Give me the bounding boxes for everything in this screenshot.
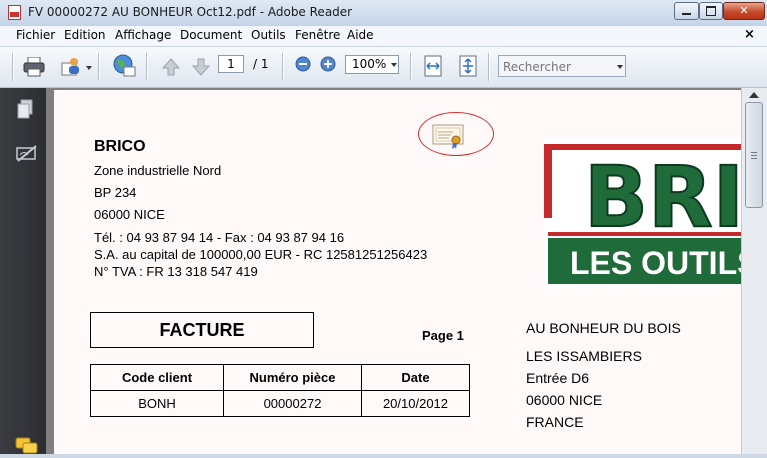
sender-address-line: 06000 NICE — [94, 207, 165, 222]
minimize-button[interactable] — [674, 2, 699, 20]
sender-contact-line: N° TVA : FR 13 318 547 419 — [94, 264, 258, 279]
svg-text:BRI: BRI — [584, 148, 741, 246]
menu-outils[interactable]: Outils — [251, 28, 286, 42]
maximize-button[interactable] — [699, 2, 723, 20]
recipient-line: Entrée D6 — [526, 370, 590, 386]
table-header: Numéro pièce — [223, 364, 362, 391]
toolbar-separator — [488, 53, 490, 81]
svg-text:LES OUTILS: LES OUTILS — [570, 245, 741, 281]
sender-contact-line: Tél. : 04 93 87 94 14 - Fax : 04 93 87 9… — [94, 230, 345, 245]
minimize-icon — [682, 13, 691, 15]
document-title: FACTURE — [90, 312, 314, 348]
next-page-button[interactable] — [191, 57, 211, 77]
printer-icon — [23, 56, 45, 77]
close-window-button[interactable]: ✕ — [723, 2, 765, 20]
next-page-icon — [191, 58, 211, 76]
search-input[interactable] — [499, 56, 617, 78]
sender-contact-line: S.A. au capital de 100000,00 EUR - RC 12… — [94, 247, 428, 262]
search-options-chevron-icon[interactable] — [617, 65, 623, 69]
pdf-page: BRICO Zone industrielle Nord BP 234 0600… — [54, 90, 741, 454]
fit-width-icon — [424, 55, 442, 77]
toolbar-separator — [146, 53, 148, 81]
menu-edition[interactable]: Edition — [64, 28, 106, 42]
recipient-line: LES ISSAMBIERS — [526, 348, 642, 364]
globe-icon — [113, 54, 136, 77]
menu-aide[interactable]: Aide — [347, 28, 374, 42]
sender-name: BRICO — [94, 138, 146, 155]
fit-width-button[interactable] — [424, 55, 442, 77]
recipient-line: 06000 NICE — [526, 392, 603, 408]
signatures-panel-button[interactable] — [15, 144, 39, 164]
navigation-pane — [0, 88, 46, 454]
grip-icon — [751, 155, 757, 156]
zoom-out-icon — [295, 56, 311, 72]
chevron-down-icon — [86, 66, 92, 70]
maximize-icon — [706, 6, 716, 16]
grip-icon — [751, 158, 757, 159]
pdf-file-icon — [8, 5, 21, 20]
zoom-level-value: 100% — [352, 57, 387, 71]
collaborate-button[interactable] — [60, 55, 92, 79]
recipient-line: AU BONHEUR DU BOIS — [526, 320, 681, 336]
page-number-input[interactable] — [218, 55, 244, 73]
table-header: Date — [361, 364, 470, 391]
zoom-level-select[interactable]: 100% — [345, 55, 399, 74]
table-header-row: Code client Numéro pièce Date — [90, 364, 470, 391]
window-title: FV 00000272 AU BONHEUR Oct12.pdf - Adobe… — [28, 5, 353, 19]
title-bar: FV 00000272 AU BONHEUR Oct12.pdf - Adobe… — [0, 0, 767, 27]
sender-address-line: BP 234 — [94, 185, 137, 200]
fit-page-icon — [459, 55, 477, 77]
fit-page-button[interactable] — [458, 55, 478, 77]
previous-page-button[interactable] — [161, 57, 181, 77]
table-cell: BONH — [90, 390, 224, 417]
table-cell: 20/10/2012 — [361, 390, 470, 417]
pages-icon — [17, 99, 33, 119]
zoom-in-button[interactable] — [320, 56, 336, 72]
brico-logo: BRI LES OUTILS — [544, 138, 741, 288]
menu-document[interactable]: Document — [180, 28, 242, 42]
comments-icon — [15, 437, 38, 454]
collaborate-icon — [61, 58, 79, 76]
grip-icon — [751, 152, 757, 153]
pages-panel-button[interactable] — [17, 99, 33, 119]
close-icon: ✕ — [739, 4, 749, 17]
zoom-in-icon — [320, 56, 336, 72]
zoom-out-button[interactable] — [295, 56, 311, 72]
sender-address-line: Zone industrielle Nord — [94, 163, 222, 178]
menu-bar: Fichier Edition Affichage Document Outil… — [0, 26, 767, 47]
close-document-button[interactable]: × — [744, 27, 755, 42]
web-button[interactable] — [112, 53, 138, 79]
print-button[interactable] — [23, 56, 45, 77]
toolbar-separator — [410, 53, 412, 81]
menu-fenetre[interactable]: Fenêtre — [295, 28, 340, 42]
document-view[interactable]: BRICO Zone industrielle Nord BP 234 0600… — [46, 88, 741, 454]
chevron-down-icon — [391, 63, 397, 67]
invoice-info-table: Code client Numéro pièce Date BONH 00000… — [90, 364, 470, 417]
table-row: BONH 00000272 20/10/2012 — [90, 390, 470, 417]
highlight-annotation — [418, 112, 494, 156]
toolbar-grip — [12, 53, 14, 81]
scroll-up-arrow-icon[interactable] — [749, 92, 759, 98]
menu-affichage[interactable]: Affichage — [115, 28, 171, 42]
scrollbar-thumb[interactable] — [745, 102, 763, 208]
page-label: Page 1 — [422, 328, 464, 343]
toolbar-separator — [98, 53, 100, 81]
previous-page-icon — [161, 58, 181, 76]
page-total: / 1 — [253, 57, 269, 71]
toolbar-separator — [282, 53, 284, 81]
signatures-icon — [16, 145, 37, 162]
vertical-scrollbar[interactable] — [741, 88, 767, 454]
table-header: Code client — [90, 364, 224, 391]
search-box — [498, 55, 626, 78]
comments-panel-button[interactable] — [15, 437, 39, 454]
menu-fichier[interactable]: Fichier — [16, 28, 55, 42]
recipient-line: FRANCE — [526, 414, 584, 430]
table-cell: 00000272 — [223, 390, 362, 417]
